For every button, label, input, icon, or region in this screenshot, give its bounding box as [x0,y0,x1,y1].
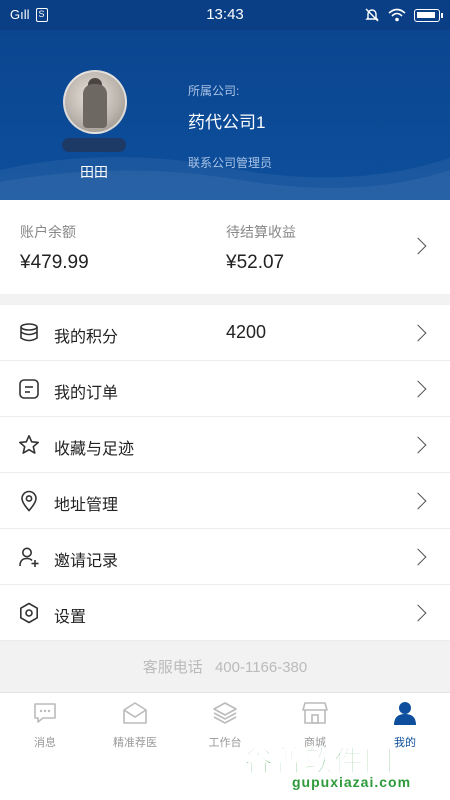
mail-open-icon [123,702,147,724]
location-pin-icon [21,490,37,512]
watermark: 谷普软件园 gupuxiazai.com [243,738,444,791]
menu-item-invites[interactable]: 邀请记录 [0,529,450,585]
chevron-right-icon [409,604,427,622]
menu-label: 我的积分 [54,329,119,346]
points-value: 4200 [226,322,267,342]
menu-item-points[interactable]: 我的积分 4200 [0,305,450,361]
status-bar: Gıll S 13:43 [0,0,450,30]
menu-label: 设置 [54,609,87,626]
menu-item-settings[interactable]: 设置 [0,585,450,641]
star-icon [19,435,39,454]
message-icon [34,703,56,723]
chevron-right-icon [409,324,427,342]
wifi-icon [388,8,406,22]
company-role: 联系公司管理员 [188,156,273,170]
store-icon [302,702,328,724]
avatar-body [83,84,107,128]
account-balance-value: ¥479.99 [20,252,89,273]
company-name: 药代公司1 [188,113,266,132]
customer-service[interactable]: 客服电话 400-1166-380 [0,656,450,677]
chevron-right-icon [409,237,427,255]
add-user-icon [19,547,39,567]
menu-list: 我的积分 4200 我的订单 收藏与足迹 地址管理 邀请记录 设置 [0,305,450,641]
redacted-bar [62,138,126,152]
order-document-icon [19,379,39,399]
menu-label: 收藏与足迹 [54,441,135,458]
coins-stack-icon [20,323,38,342]
tab-doctor-recommend[interactable]: 精准荐医 [90,701,180,750]
avatar[interactable] [63,70,127,134]
service-phone[interactable]: 400-1166-380 [215,659,307,676]
profile-header: 田田 所属公司: 药代公司1 联系公司管理员 [0,30,450,200]
layers-icon [213,702,237,724]
company-label: 所属公司: [188,84,240,98]
chevron-right-icon [409,492,427,510]
menu-item-orders[interactable]: 我的订单 [0,361,450,417]
pending-earnings-label: 待结算收益 [226,224,296,240]
chevron-right-icon [409,380,427,398]
menu-item-address[interactable]: 地址管理 [0,473,450,529]
menu-label: 地址管理 [54,497,119,514]
tab-label: 精准荐医 [113,737,157,749]
status-right [364,7,443,23]
tab-label: 消息 [34,737,56,749]
mute-bell-icon [365,8,379,22]
chevron-right-icon [409,548,427,566]
battery-icon [414,8,443,22]
account-balance-label: 账户余额 [20,224,76,240]
tab-messages[interactable]: 消息 [0,701,90,750]
hexagon-settings-icon [20,602,38,624]
chevron-right-icon [409,436,427,454]
user-name: 田田 [80,164,108,180]
balance-card[interactable]: 账户余额 ¥479.99 待结算收益 ¥52.07 [0,200,450,294]
watermark-url-text: gupuxiazai.com [292,774,412,790]
menu-label: 我的订单 [54,385,119,402]
person-icon [394,702,416,725]
pending-earnings-value: ¥52.07 [226,252,285,273]
menu-label: 邀请记录 [54,553,119,570]
menu-item-favorites[interactable]: 收藏与足迹 [0,417,450,473]
service-label: 客服电话 [142,659,203,676]
